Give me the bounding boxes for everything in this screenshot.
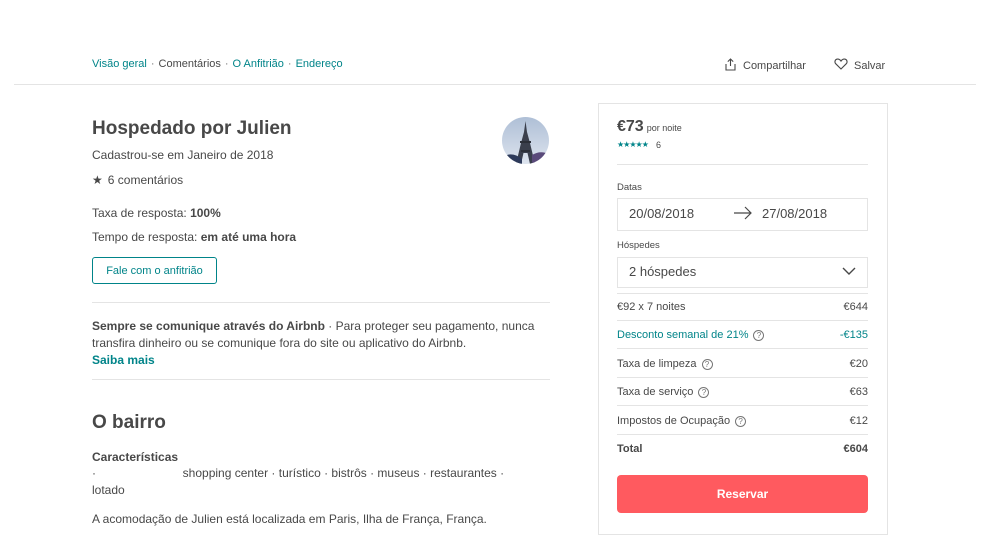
guests-label: Hóspedes	[617, 240, 660, 251]
host-joined: Cadastrou-se em Janeiro de 2018	[92, 148, 274, 162]
share-icon	[724, 58, 737, 74]
notice-title: Sempre se comunique através do Airbnb	[92, 319, 325, 333]
panel-divider	[617, 405, 868, 406]
host-avatar[interactable]	[502, 117, 549, 164]
checkout-input[interactable]: 27/08/2018	[762, 206, 827, 221]
response-time: Tempo de resposta: em até uma hora	[92, 230, 296, 244]
nav-separator: ·	[150, 58, 155, 70]
service-fee-value: €63	[849, 386, 868, 398]
panel-divider	[617, 348, 868, 349]
learn-more-link[interactable]: Saiba mais	[92, 353, 155, 367]
features-title: Características	[92, 450, 179, 464]
nav-host-link[interactable]: O Anfitrião	[233, 58, 284, 70]
nights-cost-value: €644	[843, 301, 868, 313]
section-nav: Visão geral · Comentários · O Anfitrião · Ende…	[92, 58, 343, 70]
panel-divider	[617, 320, 868, 321]
header-divider	[14, 84, 976, 85]
reserve-button[interactable]: Reservar	[617, 475, 868, 513]
panel-divider	[617, 434, 868, 435]
share-button[interactable]: Compartilhar	[724, 58, 806, 74]
dates-label: Datas	[617, 182, 642, 193]
nav-overview-link[interactable]: Visão geral	[92, 58, 147, 70]
features-list: · shopping center · turístico · bistrôs …	[92, 466, 508, 497]
service-fee-label: Taxa de serviço	[617, 386, 694, 398]
neighborhood-description: A acomodação de Julien está localizada e…	[92, 512, 487, 526]
help-icon[interactable]: ?	[735, 415, 747, 427]
rating-stars-icon[interactable]: ★★★★★	[617, 140, 649, 149]
host-reviews-count[interactable]: 6 comentários	[108, 173, 183, 187]
response-time-label: Tempo de resposta:	[92, 230, 201, 244]
panel-divider	[617, 164, 868, 165]
panel-divider	[617, 293, 868, 294]
price-amount: €73	[617, 118, 644, 135]
contact-host-button[interactable]: Fale com o anfitrião	[92, 257, 217, 284]
neighborhood-title: O bairro	[92, 412, 166, 433]
response-rate: Taxa de resposta: 100%	[92, 206, 221, 220]
host-title: Hospedado por Julien	[92, 118, 292, 139]
nav-separator: ·	[287, 58, 292, 70]
occupancy-tax-label: Impostos de Ocupação	[617, 415, 731, 427]
help-icon[interactable]: ?	[698, 386, 710, 398]
share-label: Compartilhar	[743, 60, 806, 72]
eiffel-tower-photo-icon	[502, 117, 549, 164]
nav-reviews-link[interactable]: Comentários	[159, 58, 221, 70]
nav-separator: ·	[224, 58, 229, 70]
help-icon[interactable]: ?	[701, 358, 713, 370]
occupancy-tax: Impostos de Ocupação ?	[617, 415, 747, 427]
nights-cost-label: €92 x 7 noites	[617, 301, 686, 313]
divider	[92, 379, 550, 380]
divider	[92, 302, 550, 303]
save-label: Salvar	[854, 59, 886, 72]
service-fee: Taxa de serviço ?	[617, 386, 710, 398]
weekly-discount-value: -€135	[839, 329, 868, 341]
arrow-right-icon	[733, 205, 753, 226]
weekly-discount: Desconto semanal de 21% ?	[617, 329, 765, 341]
total-label: Total	[617, 443, 643, 455]
chevron-down-icon	[842, 264, 856, 283]
total-value: €604	[843, 443, 868, 455]
heart-icon	[834, 58, 848, 73]
nightly-price: €73 por noite	[617, 118, 682, 136]
weekly-discount-label: Desconto semanal de 21%	[617, 329, 749, 341]
host-reviews: ★ 6 comentários	[92, 173, 183, 187]
rating-count[interactable]: 6	[656, 140, 661, 150]
price-per-night: por noite	[646, 123, 682, 133]
cleaning-fee-label: Taxa de limpeza	[617, 358, 697, 370]
panel-divider	[617, 377, 868, 378]
safety-notice: Sempre se comunique através do Airbnb · …	[92, 318, 552, 369]
response-rate-value: 100%	[190, 206, 221, 220]
star-icon: ★	[92, 173, 103, 187]
occupancy-tax-value: €12	[849, 415, 868, 427]
cleaning-fee-value: €20	[849, 358, 868, 370]
cleaning-fee: Taxa de limpeza ?	[617, 358, 713, 370]
response-rate-label: Taxa de resposta:	[92, 206, 191, 220]
response-time-value: em até uma hora	[200, 230, 297, 244]
checkin-input[interactable]: 20/08/2018	[629, 206, 694, 221]
help-icon[interactable]: ?	[753, 329, 765, 341]
guests-value: 2 hóspedes	[629, 264, 697, 279]
nav-address-link[interactable]: Endereço	[296, 58, 343, 70]
save-button[interactable]: Salvar	[834, 58, 885, 73]
booking-panel	[598, 103, 888, 535]
